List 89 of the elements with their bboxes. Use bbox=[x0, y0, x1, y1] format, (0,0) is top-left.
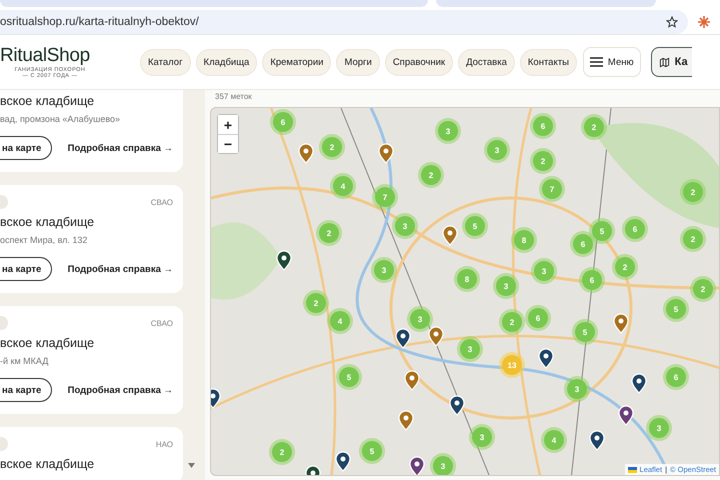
map-pin-icon[interactable] bbox=[395, 328, 411, 349]
menu-icon bbox=[590, 57, 603, 67]
cemetery-title: вское кладбище bbox=[0, 94, 96, 108]
marker-cluster[interactable]: 7 bbox=[542, 179, 562, 199]
marker-cluster[interactable]: 3 bbox=[438, 121, 458, 141]
marker-cluster[interactable]: 2 bbox=[584, 117, 604, 137]
marker-cluster[interactable]: 8 bbox=[514, 230, 534, 250]
map-pin-icon[interactable] bbox=[409, 456, 425, 475]
nav-link[interactable]: Крематории bbox=[262, 48, 332, 76]
menu-button[interactable]: Меню bbox=[582, 47, 641, 77]
map-pin-icon[interactable] bbox=[589, 430, 605, 451]
nav-link[interactable]: Каталог bbox=[140, 48, 191, 76]
marker-cluster[interactable]: 13 bbox=[502, 355, 522, 375]
map-pin-icon[interactable] bbox=[335, 451, 351, 472]
nav-link[interactable]: Контакты bbox=[520, 48, 577, 76]
cemetery-title: вское кладбище bbox=[0, 457, 96, 471]
show-on-map-button[interactable]: на карте bbox=[0, 136, 52, 160]
marker-cluster[interactable]: 2 bbox=[683, 229, 703, 249]
marker-cluster[interactable]: 5 bbox=[362, 441, 382, 461]
marker-cluster[interactable]: 6 bbox=[625, 219, 645, 239]
cemetery-address: -й км МКАД bbox=[0, 356, 50, 366]
marker-cluster[interactable]: 4 bbox=[333, 176, 353, 196]
marker-cluster[interactable]: 3 bbox=[487, 140, 507, 160]
marker-cluster[interactable]: 4 bbox=[330, 311, 350, 331]
nav-link[interactable]: Справочник bbox=[384, 48, 454, 76]
map-pin-icon[interactable] bbox=[276, 250, 292, 271]
marker-count: 357 меток bbox=[214, 91, 253, 103]
marker-cluster[interactable]: 8 bbox=[457, 269, 477, 289]
show-on-map-button[interactable]: на карте bbox=[0, 257, 52, 281]
map-button[interactable]: Ка bbox=[650, 47, 692, 77]
marker-cluster[interactable]: 6 bbox=[573, 234, 593, 254]
marker-cluster[interactable]: 4 bbox=[544, 430, 564, 450]
zoom-out-button[interactable]: − bbox=[218, 134, 238, 153]
nav-link[interactable]: Кладбища bbox=[196, 48, 258, 76]
region-label: СВАО bbox=[150, 318, 173, 328]
nav-link[interactable]: Доставка bbox=[458, 48, 515, 76]
marker-cluster[interactable]: 6 bbox=[273, 112, 293, 132]
marker-cluster[interactable]: 5 bbox=[575, 322, 595, 342]
marker-cluster[interactable]: 3 bbox=[567, 379, 587, 399]
marker-cluster[interactable]: 5 bbox=[339, 367, 359, 387]
marker-cluster[interactable]: 5 bbox=[592, 221, 612, 241]
show-on-map-button[interactable]: на карте bbox=[0, 378, 52, 402]
map-pin-icon[interactable] bbox=[631, 373, 647, 394]
marker-cluster[interactable]: 3 bbox=[496, 276, 516, 296]
marker-cluster[interactable]: 5 bbox=[666, 299, 686, 319]
marker-cluster[interactable]: 2 bbox=[272, 442, 292, 462]
marker-cluster[interactable]: 3 bbox=[433, 456, 453, 475]
marker-cluster[interactable]: 6 bbox=[533, 116, 553, 136]
scroll-down-icon[interactable] bbox=[188, 463, 195, 468]
marker-cluster[interactable]: 5 bbox=[465, 216, 485, 236]
cemetery-address: оспект Мира, вл. 132 bbox=[0, 235, 88, 245]
nav-link[interactable]: Морги bbox=[336, 48, 380, 76]
marker-cluster[interactable]: 2 bbox=[615, 257, 635, 277]
region-label: НАО bbox=[156, 440, 173, 448]
star-icon[interactable] bbox=[666, 16, 678, 28]
details-link[interactable]: Подробная справка → bbox=[68, 264, 173, 274]
marker-cluster[interactable]: 2 bbox=[421, 165, 441, 185]
map-pin-icon[interactable] bbox=[449, 395, 465, 416]
cemetery-title: вское кладбище bbox=[0, 215, 96, 229]
marker-cluster[interactable]: 2 bbox=[322, 137, 342, 157]
marker-cluster[interactable]: 3 bbox=[534, 261, 554, 281]
marker-cluster[interactable]: 3 bbox=[410, 309, 430, 329]
marker-cluster[interactable]: 7 bbox=[375, 187, 395, 207]
marker-cluster[interactable]: 2 bbox=[693, 279, 713, 299]
marker-cluster[interactable]: 6 bbox=[666, 367, 686, 387]
marker-cluster[interactable]: 2 bbox=[502, 312, 522, 332]
region-label: СВАО bbox=[150, 198, 173, 206]
marker-cluster[interactable]: 3 bbox=[649, 418, 669, 438]
marker-cluster[interactable]: 2 bbox=[533, 151, 553, 171]
flag-icon bbox=[628, 466, 637, 472]
sparkle-icon[interactable] bbox=[698, 16, 710, 28]
marker-cluster[interactable]: 3 bbox=[395, 216, 415, 236]
address-bar[interactable]: osritualshop.ru/karta-ritualnyh-obektov/ bbox=[0, 10, 688, 34]
cemetery-address: вад, промзона «Алабушево» bbox=[0, 114, 122, 124]
marker-cluster[interactable]: 3 bbox=[472, 427, 492, 447]
logo-text[interactable]: RitualShop bbox=[0, 45, 90, 67]
details-link[interactable]: Подробная справка → bbox=[68, 384, 173, 396]
map-pin-icon[interactable] bbox=[618, 405, 634, 426]
marker-cluster[interactable]: 2 bbox=[306, 293, 326, 313]
map-icon bbox=[658, 56, 670, 68]
marker-cluster[interactable]: 3 bbox=[460, 339, 480, 359]
cemetery-title: вское кладбище bbox=[0, 336, 96, 350]
map-pin-icon[interactable] bbox=[538, 348, 554, 369]
marker-cluster[interactable]: 3 bbox=[374, 260, 394, 280]
marker-cluster[interactable]: 6 bbox=[582, 270, 602, 290]
marker-cluster[interactable]: 6 bbox=[528, 308, 548, 328]
details-link[interactable]: Подробная справка → bbox=[68, 142, 173, 154]
url-text: osritualshop.ru/karta-ritualnyh-obektov/ bbox=[0, 16, 199, 28]
marker-cluster[interactable]: 2 bbox=[319, 223, 339, 243]
